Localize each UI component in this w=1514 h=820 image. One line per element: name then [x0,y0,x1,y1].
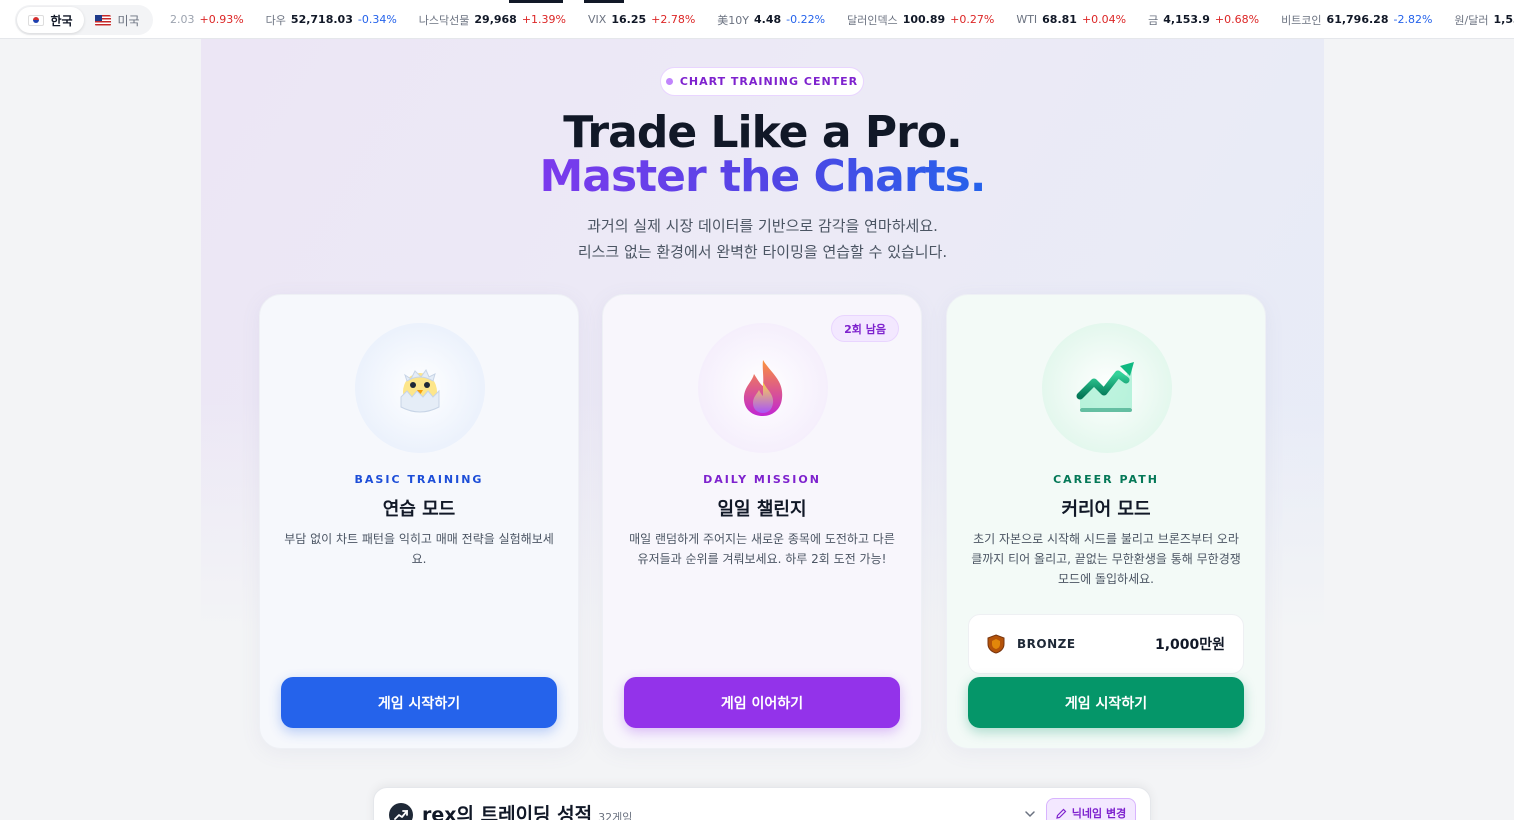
practice-description: 부담 없이 차트 패턴을 익히고 매매 전략을 실험해보세요. [284,532,554,566]
chart-up-icon [1076,362,1134,412]
ticker-name: 원/달러 [1454,13,1489,27]
ticker-name: 달러인덱스 [847,13,898,27]
hatching-chick-icon [400,368,440,413]
hero-badge-label: CHART TRAINING CENTER [679,75,859,88]
ticker-name: 美10Y [717,13,750,27]
korea-flag-icon [28,14,45,26]
practice-start-button[interactable]: 게임 시작하기 [281,677,557,728]
hero-subtitle-line1: 과거의 실제 시장 데이터를 기반으로 감각을 연마하세요. [587,217,938,235]
ticker-name: 나스닥선물 [418,13,470,27]
practice-icon-circle [355,323,485,453]
ticker-value: 29,968 [474,13,517,26]
ticker-name: 다우 [265,13,286,27]
ticker-value: 2.03 [170,13,195,26]
daily-challenge-card: 2회 남음 DAILY MISSION 일일 챌린지 매일 랜덤하게 주어지는 … [602,294,922,749]
main-panel: CHART TRAINING CENTER Trade Like a Pro. … [201,39,1324,820]
stats-title-text: rex의 트레이딩 성적 [422,804,593,820]
challenge-continue-button[interactable]: 게임 이어하기 [624,677,900,728]
ticker-value: 16.25 [611,13,647,26]
ticker-value: 4,153.9 [1163,13,1210,26]
ticker-change: +0.93% [199,13,244,26]
ticker-name: 금 [1148,13,1159,27]
challenge-icon-circle [698,323,828,453]
challenge-title: 일일 챌린지 [717,499,807,520]
career-start-button[interactable]: 게임 시작하기 [968,677,1244,728]
ticker-name: WTI [1016,13,1038,26]
market-tab-usa-label: 미국 [117,13,140,28]
ticker-value: 61,796.28 [1326,13,1389,26]
stats-title: rex의 트레이딩 성적 32게임 [422,800,632,820]
ticker-item[interactable]: VIX 16.25 +2.78% [588,13,717,26]
tier-amount: 1,000만원 [1154,637,1225,653]
practice-eyebrow: BASIC TRAINING [354,473,484,486]
ticker-change: +0.68% [1214,13,1260,26]
hero-subtitle-line2: 리스크 없는 환경에서 완벽한 타이밍을 연습할 수 있습니다. [577,243,948,261]
ticker-value: 100.89 [902,13,946,26]
career-title: 커리어 모드 [1061,499,1151,520]
trend-line-icon [389,803,413,820]
ticker-item[interactable]: 비트코인 61,796.28 -2.82% [1281,12,1454,28]
ticker-value: 52,718.03 [290,13,353,26]
challenge-description: 매일 랜덤하게 주어지는 새로운 종목에 도전하고 다른 유저들과 순위를 겨뤄… [629,532,895,566]
usa-flag-icon [95,14,112,26]
hero-badge: CHART TRAINING CENTER [660,67,864,96]
practice-title: 연습 모드 [382,499,456,520]
ticker-item[interactable]: 美10Y 4.48 -0.22% [717,12,847,28]
career-icon-circle [1042,323,1172,453]
market-switch: 한국 미국 [15,5,153,35]
ticker-change: -2.82% [1393,13,1433,26]
ticker-name: 비트코인 [1281,13,1322,27]
hero-title-gradient: Master the Charts. [539,151,986,202]
ticker-value: 1,530.55 [1493,13,1514,26]
ticker-change: -0.34% [357,13,397,26]
career-mode-card: CAREER PATH 커리어 모드 초기 자본으로 시작해 시드를 불리고 브… [946,294,1266,749]
market-tab-korea[interactable]: 한국 [17,7,84,33]
tier-name: BRONZE [1017,637,1076,651]
practice-mode-card: BASIC TRAINING 연습 모드 부담 없이 차트 패턴을 익히고 매매… [259,294,579,749]
ticker-value: 4.48 [754,13,782,26]
ticker-change: +2.78% [651,13,696,26]
ticker-item[interactable]: 다우 52,718.03 -0.34% [266,12,419,28]
hero-title-line2: Master the Charts. [201,151,1324,202]
market-tab-usa[interactable]: 미국 [84,7,151,33]
trading-stats-panel: rex의 트레이딩 성적 32게임 닉네임 변경 [373,787,1151,820]
ticker-item[interactable]: 나스닥선물 29,968 +1.39% [419,12,588,28]
ticker-value: 68.81 [1042,13,1077,26]
remaining-attempts-badge: 2회 남음 [831,315,899,342]
pencil-icon [1056,808,1067,819]
stats-game-count: 32게임 [598,811,633,820]
bronze-shield-icon [987,634,1005,654]
career-tier-box: BRONZE 1,000만원 [968,614,1244,674]
ticker-item[interactable]: 원/달러1,530.55+0 [1454,12,1514,28]
chevron-down-icon[interactable] [1024,808,1036,820]
ticker-item[interactable]: 금 4,153.9 +0.68% [1148,12,1281,28]
ticker-item[interactable]: 2.03 +0.93% [170,13,266,26]
ticker-change: +1.39% [521,13,567,26]
change-nickname-button[interactable]: 닉네임 변경 [1046,798,1136,820]
ticker-name: VIX [588,13,607,26]
ticker-change: -0.22% [786,13,826,26]
career-description: 초기 자본으로 시작해 시드를 불리고 브론즈부터 오라클까지 티어 올리고, … [971,532,1241,586]
ticker-change: +0.04% [1081,13,1127,26]
change-nickname-label: 닉네임 변경 [1071,807,1127,820]
career-eyebrow: CAREER PATH [1053,473,1159,486]
fire-icon [743,360,783,416]
challenge-eyebrow: DAILY MISSION [703,473,821,486]
market-ticker-bar: 한국 미국 2.03 +0.93% 다우 52,718.03 -0.34% 나스닥선물 29… [0,0,1514,39]
badge-dot-icon [665,78,673,85]
ticker-item[interactable]: 달러인덱스 100.89 +0.27% [847,12,1016,28]
ticker-change: +0.27% [950,13,995,26]
ticker-list: 2.03 +0.93% 다우 52,718.03 -0.34% 나스닥선물 29,968 +1… [170,0,1514,38]
ticker-item[interactable]: WTI 68.81 +0.04% [1016,13,1148,26]
market-tab-korea-label: 한국 [50,13,73,28]
